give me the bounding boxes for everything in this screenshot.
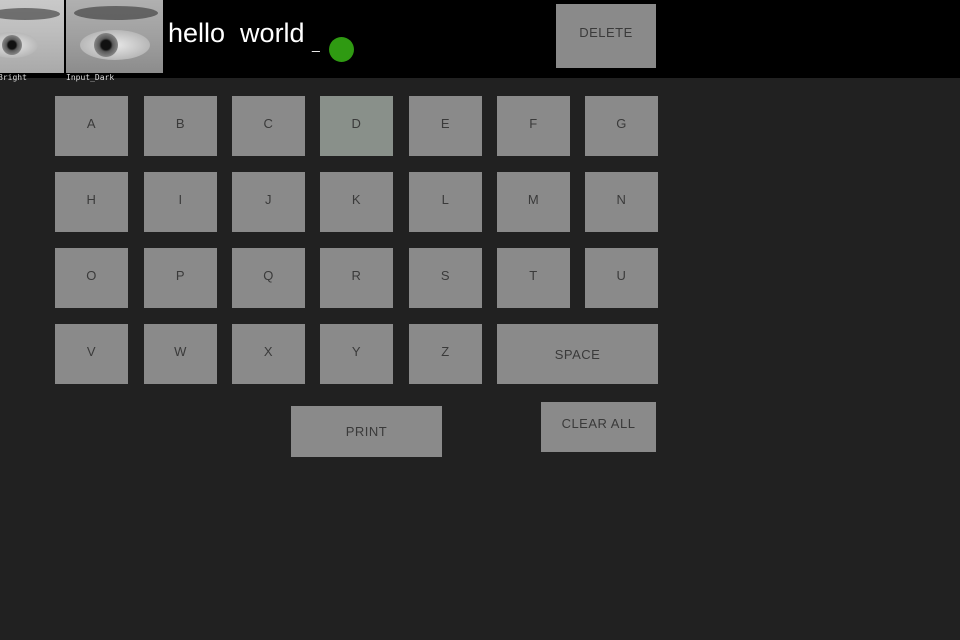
key-label: Z xyxy=(441,343,450,359)
key-g[interactable]: G xyxy=(585,96,658,156)
key-label: Q xyxy=(263,267,274,283)
key-label: V xyxy=(86,343,97,359)
key-a[interactable]: A xyxy=(55,96,128,156)
eyebrow-image xyxy=(74,6,158,20)
key-label: J xyxy=(265,191,272,207)
key-j[interactable]: J xyxy=(232,172,305,232)
key-z[interactable]: Z xyxy=(409,324,482,384)
print-button-label: PRINT xyxy=(345,424,388,439)
key-label: K xyxy=(351,191,362,207)
text-cursor: _ xyxy=(312,36,320,52)
key-label: H xyxy=(86,191,97,207)
key-label: Y xyxy=(351,343,362,359)
key-c[interactable]: C xyxy=(232,96,305,156)
top-bar: Bright Input_Dark hello world _ DELETE xyxy=(0,0,960,82)
key-x[interactable]: X xyxy=(232,324,305,384)
space-key[interactable]: SPACE xyxy=(497,324,658,384)
iris-image xyxy=(94,33,118,57)
key-f[interactable]: F xyxy=(497,96,570,156)
key-label: G xyxy=(616,115,627,131)
print-button[interactable]: PRINT xyxy=(291,406,442,457)
key-label: U xyxy=(616,267,627,283)
status-indicator-dot xyxy=(329,37,354,62)
clear-all-button[interactable]: CLEAR ALL xyxy=(541,402,656,452)
clear-all-button-label: CLEAR ALL xyxy=(561,415,636,431)
key-label: O xyxy=(86,267,97,283)
key-k[interactable]: K xyxy=(320,172,393,232)
camera-dark-label: Input_Dark xyxy=(66,73,115,82)
key-label: M xyxy=(527,191,540,207)
key-label: N xyxy=(616,191,627,207)
key-n[interactable]: N xyxy=(585,172,658,232)
key-label: E xyxy=(440,115,451,131)
delete-button-label: DELETE xyxy=(579,24,633,40)
key-label: F xyxy=(529,115,538,131)
key-i[interactable]: I xyxy=(144,172,217,232)
key-label: A xyxy=(86,115,97,131)
key-w[interactable]: W xyxy=(144,324,217,384)
key-s[interactable]: S xyxy=(409,248,482,308)
key-b[interactable]: B xyxy=(144,96,217,156)
key-v[interactable]: V xyxy=(55,324,128,384)
key-label: C xyxy=(263,115,274,131)
typed-text-display: hello world xyxy=(168,18,305,48)
key-label: S xyxy=(440,267,451,283)
key-label: R xyxy=(351,267,362,283)
key-y[interactable]: Y xyxy=(320,324,393,384)
key-label: T xyxy=(529,267,538,283)
key-l[interactable]: L xyxy=(409,172,482,232)
iris-image xyxy=(2,35,22,55)
key-label: I xyxy=(178,191,183,207)
camera-bright-label: Bright xyxy=(0,73,27,82)
key-r[interactable]: R xyxy=(320,248,393,308)
key-label: L xyxy=(441,191,450,207)
key-m[interactable]: M xyxy=(497,172,570,232)
key-o[interactable]: O xyxy=(55,248,128,308)
camera-dark-feed xyxy=(66,0,163,73)
camera-bright-feed xyxy=(0,0,64,73)
key-d[interactable]: D xyxy=(320,96,393,156)
key-e[interactable]: E xyxy=(409,96,482,156)
key-q[interactable]: Q xyxy=(232,248,305,308)
key-p[interactable]: P xyxy=(144,248,217,308)
eyebrow-image xyxy=(0,8,60,20)
delete-button[interactable]: DELETE xyxy=(556,4,656,68)
key-t[interactable]: T xyxy=(497,248,570,308)
key-h[interactable]: H xyxy=(55,172,128,232)
key-label: D xyxy=(351,115,362,131)
key-label: X xyxy=(263,343,274,359)
key-u[interactable]: U xyxy=(585,248,658,308)
space-key-label: SPACE xyxy=(554,346,601,362)
key-label: W xyxy=(174,343,187,359)
key-label: P xyxy=(175,267,186,283)
key-label: B xyxy=(175,115,186,131)
